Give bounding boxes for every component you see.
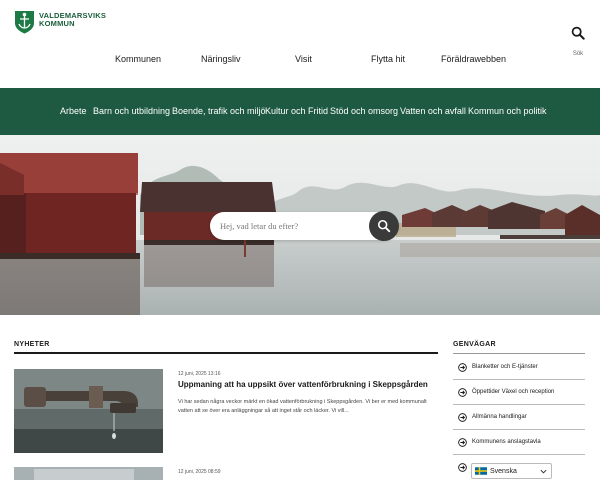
news-date: 12 juni, 2025 13:16 — [178, 371, 221, 377]
nav-arbete[interactable]: Arbete — [60, 106, 87, 116]
arrow-circle-right-icon — [458, 437, 467, 447]
shortcut-oppettider-vaxel-och-reception[interactable]: Öppettider Växel och reception — [453, 380, 585, 405]
nav-stod-och-omsorg[interactable]: Stöd och omsorg — [330, 106, 398, 116]
hero-search-button[interactable] — [369, 211, 399, 241]
news-image — [14, 369, 163, 453]
arrow-circle-right-icon — [458, 387, 467, 397]
news-excerpt: Vi har sedan några veckor märkt en ökad … — [178, 399, 427, 414]
hero-search-bar — [210, 211, 399, 241]
language-selector[interactable]: Svenska — [471, 463, 552, 479]
arrow-circle-right-icon — [458, 412, 467, 422]
news-image — [14, 467, 163, 480]
site-header: VALDEMARSVIKS KOMMUN Sök Kommunen Näring… — [0, 0, 600, 88]
top-nav-kommunen[interactable]: Kommunen — [115, 54, 161, 64]
hero-banner — [0, 135, 600, 315]
swedish-flag-icon — [475, 467, 487, 475]
hero-search-input[interactable] — [220, 218, 370, 234]
shortcut-blanketter-och-e-tjanster[interactable]: Blanketter och E-tjänster — [453, 355, 585, 380]
chevron-down-icon — [540, 469, 547, 474]
main-category-navigation: Arbete Barn och utbildning Boende, trafi… — [0, 88, 600, 135]
search-icon — [571, 26, 585, 40]
logo-text: VALDEMARSVIKS KOMMUN — [39, 12, 106, 28]
top-nav-flytta-hit[interactable]: Flytta hit — [371, 54, 405, 64]
shortcut-kommunens-anslagstavla[interactable]: Kommunens anslagstavla — [453, 430, 585, 455]
nav-vatten-och-avfall[interactable]: Vatten och avfall — [400, 106, 466, 116]
top-nav-visit[interactable]: Visit — [295, 54, 312, 64]
shortcut-allmanna-handlingar[interactable]: Allmänna handlingar — [453, 405, 585, 430]
arrow-circle-right-icon — [458, 463, 467, 472]
logo-line-2: KOMMUN — [39, 19, 75, 28]
shortcut-label: Kommunens anslagstavla — [472, 439, 541, 445]
news-item[interactable]: 12 juni, 2025 08:59 — [14, 467, 438, 480]
nav-boende-trafik-och-miljo[interactable]: Boende, trafik och miljö — [172, 106, 266, 116]
search-icon — [377, 219, 391, 233]
news-divider — [14, 352, 438, 354]
language-label: Svenska — [490, 467, 517, 475]
shortcuts-heading: GENVÄGAR — [453, 341, 496, 348]
top-nav-foraldrawebben[interactable]: Föräldrawebben — [441, 54, 506, 64]
shortcuts-divider — [453, 353, 585, 354]
nav-kultur-och-fritid[interactable]: Kultur och Fritid — [265, 106, 328, 116]
coat-of-arms-icon — [15, 11, 34, 34]
nav-barn-och-utbildning[interactable]: Barn och utbildning — [93, 106, 170, 116]
site-logo[interactable]: VALDEMARSVIKS KOMMUN — [14, 10, 106, 34]
shortcut-label: Blanketter och E-tjänster — [472, 364, 538, 370]
header-search-button[interactable]: Sök — [568, 26, 588, 57]
shortcut-label: Öppettider Växel och reception — [472, 389, 555, 395]
news-date: 12 juni, 2025 08:59 — [178, 469, 221, 475]
news-title[interactable]: Uppmaning att ha uppsikt över vattenförb… — [178, 380, 438, 390]
news-heading: NYHETER — [14, 341, 50, 348]
nav-kommun-och-politik[interactable]: Kommun och politik — [468, 106, 547, 116]
arrow-circle-right-icon — [458, 362, 467, 372]
top-navigation: Kommunen Näringsliv Visit Flytta hit För… — [0, 54, 600, 68]
shortcut-label: Allmänna handlingar — [472, 414, 527, 420]
news-item[interactable]: 12 juni, 2025 13:16 Uppmaning att ha upp… — [14, 369, 438, 455]
top-nav-naringsliv[interactable]: Näringsliv — [201, 54, 241, 64]
